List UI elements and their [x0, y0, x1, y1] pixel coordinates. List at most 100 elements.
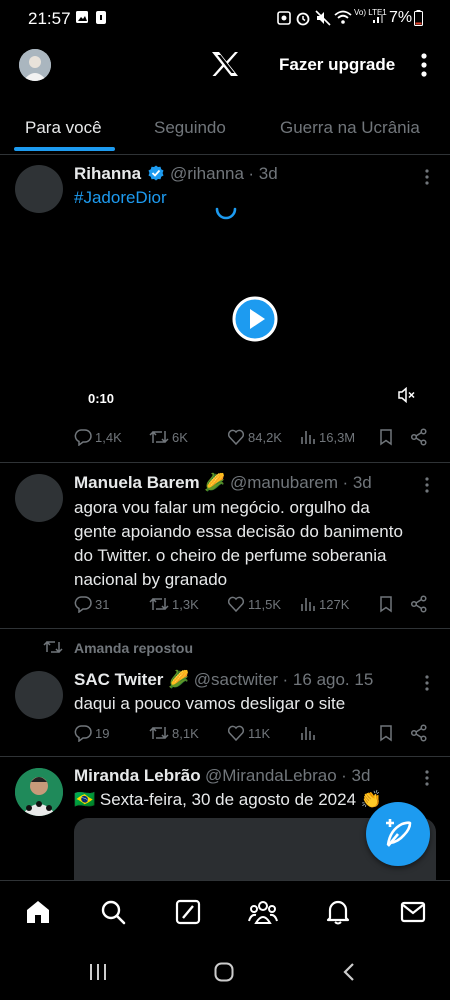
reply-button[interactable]: 31: [74, 595, 109, 613]
home-icon[interactable]: [25, 899, 51, 925]
tab-seguindo[interactable]: Seguindo: [154, 118, 226, 138]
back-button-icon[interactable]: [342, 962, 356, 982]
screen-record-icon: [277, 10, 291, 25]
play-button-icon[interactable]: [232, 296, 278, 342]
views-icon: [300, 428, 319, 446]
repost-button[interactable]: 8,1K: [149, 724, 199, 742]
tweet-header: SAC Twiter 🌽 @sactwiter · 16 ago. 15: [74, 670, 373, 690]
views-icon: [300, 724, 319, 742]
reply-count: 31: [95, 596, 110, 612]
communities-icon[interactable]: [248, 899, 278, 925]
avatar[interactable]: [15, 474, 63, 522]
more-icon[interactable]: [420, 673, 434, 693]
tweet-rihanna[interactable]: Rihanna @rihanna · 3d #JadoreDior 0:10 1…: [0, 155, 450, 463]
more-icon[interactable]: [420, 475, 434, 495]
repost-icon: [149, 595, 172, 613]
author-name[interactable]: SAC Twiter 🌽: [74, 670, 189, 689]
tweet-manuela-barem[interactable]: Manuela Barem 🌽 @manubarem · 3d agora vo…: [0, 463, 450, 629]
tweet-actions: 31 1,3K 11,5K 127K: [0, 595, 450, 619]
signal-icon: [372, 10, 386, 24]
verified-badge-icon: [148, 165, 164, 181]
compose-feather-icon: [386, 819, 412, 847]
like-button[interactable]: 11K: [227, 724, 270, 742]
share-icon[interactable]: [410, 428, 431, 446]
lock-notification-icon: [95, 10, 107, 25]
home-button-icon[interactable]: [214, 962, 234, 982]
views-button[interactable]: [300, 724, 319, 742]
tweet-time: · 16 ago. 15: [282, 670, 374, 689]
gallery-notification-icon: [75, 10, 89, 24]
hashtag-link[interactable]: #JadoreDior: [74, 186, 414, 210]
like-count: 11,5K: [248, 596, 282, 612]
reply-count: 19: [95, 725, 110, 741]
like-count: 84,2K: [248, 429, 282, 445]
video-duration: 0:10: [88, 391, 115, 406]
tweet-text: agora vou falar um negócio. orgulho da g…: [74, 498, 403, 589]
like-count: 11K: [248, 725, 271, 741]
views-count: 16,3M: [319, 429, 356, 445]
tweet-header: Manuela Barem 🌽 @manubarem · 3d: [74, 473, 372, 493]
share-icon[interactable]: [410, 724, 431, 742]
tweet-sac-twiter[interactable]: Amanda repostou SAC Twiter 🌽 @sactwiter …: [0, 629, 450, 757]
volume-muted-icon[interactable]: [398, 387, 416, 403]
tweet-time: · 3d: [342, 473, 372, 492]
battery-percent: 7%: [389, 9, 413, 26]
avatar[interactable]: [15, 768, 63, 816]
tweet-time: · 3d: [341, 766, 371, 785]
bottom-navigation: [0, 880, 450, 943]
alarm-icon: [295, 10, 311, 26]
repost-count: 1,3K: [172, 596, 199, 612]
views-count: 127K: [319, 596, 350, 612]
author-handle[interactable]: @MirandaLebrao: [205, 766, 337, 785]
like-button[interactable]: 11,5K: [227, 595, 281, 613]
more-icon[interactable]: [420, 167, 434, 187]
share-icon[interactable]: [410, 595, 431, 613]
author-handle[interactable]: @rihanna: [170, 164, 244, 183]
messages-envelope-icon[interactable]: [400, 899, 426, 925]
bookmark-icon[interactable]: [379, 595, 396, 613]
like-button[interactable]: 84,2K: [227, 428, 282, 446]
compose-post-button[interactable]: [366, 802, 430, 866]
author-name[interactable]: Rihanna: [74, 164, 141, 183]
heart-icon: [227, 724, 248, 742]
tab-guerra-na-ucrania[interactable]: Guerra na Ucrânia: [280, 118, 420, 138]
reply-button[interactable]: 19: [74, 724, 109, 742]
reply-icon: [74, 428, 95, 446]
author-handle[interactable]: @manubarem: [230, 473, 338, 492]
recent-apps-icon[interactable]: [88, 963, 108, 981]
mute-icon: [315, 10, 331, 26]
reply-icon: [74, 724, 95, 742]
views-button[interactable]: 127K: [300, 595, 349, 613]
bookmark-icon[interactable]: [379, 428, 396, 446]
repost-button[interactable]: 6K: [149, 428, 188, 446]
system-navigation-bar: [0, 942, 450, 1000]
x-logo-icon[interactable]: [211, 51, 239, 77]
repost-icon: [149, 428, 172, 446]
notifications-bell-icon[interactable]: [325, 899, 351, 925]
more-icon[interactable]: [420, 768, 434, 788]
author-name[interactable]: Miranda Lebrão: [74, 766, 201, 785]
author-handle[interactable]: @sactwiter: [194, 670, 278, 689]
views-button[interactable]: 16,3M: [300, 428, 355, 446]
search-icon[interactable]: [100, 899, 126, 925]
tab-para-voce[interactable]: Para você: [25, 118, 102, 138]
views-icon: [300, 595, 319, 613]
author-name[interactable]: Manuela Barem 🌽: [74, 473, 226, 492]
repost-count: 6K: [172, 429, 188, 445]
repost-button[interactable]: 1,3K: [149, 595, 199, 613]
profile-avatar[interactable]: [19, 49, 51, 81]
bookmark-icon[interactable]: [379, 724, 396, 742]
tweet-actions: 1,4K 6K 84,2K 16,3M: [0, 428, 450, 452]
avatar[interactable]: [15, 165, 63, 213]
repost-indicator-icon: [43, 639, 63, 655]
more-options-icon[interactable]: [420, 53, 428, 77]
reply-count: 1,4K: [95, 429, 122, 445]
reposted-by-label[interactable]: Amanda repostou: [74, 640, 193, 656]
upgrade-button[interactable]: Fazer upgrade: [279, 55, 395, 75]
reply-button[interactable]: 1,4K: [74, 428, 122, 446]
active-tab-indicator: [14, 147, 115, 151]
grok-icon[interactable]: [175, 899, 201, 925]
tweet-text: 🇧🇷 Sexta-feira, 30 de agosto de 2024 👏: [74, 790, 382, 809]
avatar[interactable]: [15, 671, 63, 719]
status-bar: 21:57 Vo) LTE1 7%: [0, 0, 450, 38]
